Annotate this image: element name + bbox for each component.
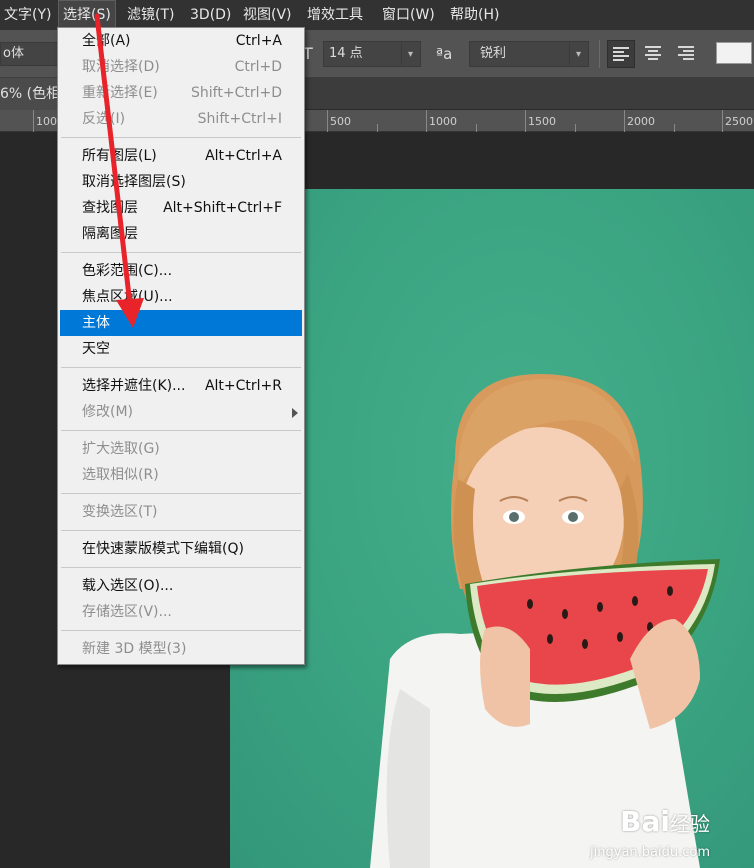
annotation-arrow [94, 13, 144, 328]
